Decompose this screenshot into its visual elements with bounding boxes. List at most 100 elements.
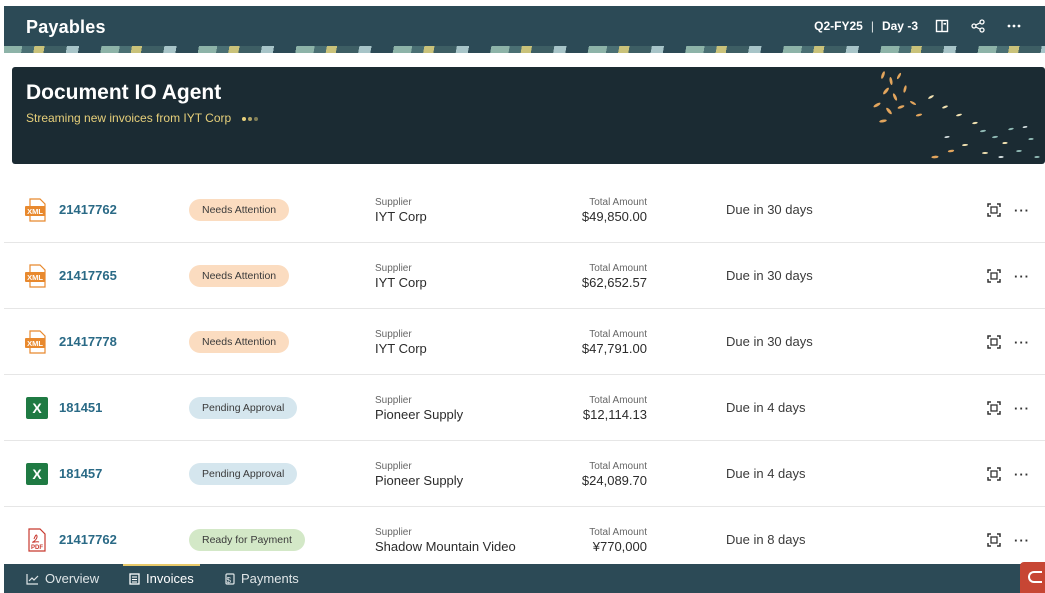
tab-payments[interactable]: $ Payments: [223, 564, 299, 593]
scan-icon[interactable]: [986, 466, 1002, 482]
scan-icon[interactable]: [986, 268, 1002, 284]
payables-page: Payables Q2-FY25 | Day -3 Document IO Agen…: [0, 0, 1045, 593]
amount-value: $49,850.00: [581, 209, 647, 224]
invoice-number-link[interactable]: 21417765: [59, 268, 117, 283]
agent-banner: Document IO Agent Streaming new invoices…: [12, 67, 1045, 164]
scan-icon[interactable]: [986, 400, 1002, 416]
xml-file-icon: XML: [24, 330, 50, 354]
status-badge: Ready for Payment: [189, 529, 305, 551]
amount-cell: Total Amount $49,850.00: [547, 197, 647, 224]
supplier-cell: Supplier IYT Corp: [375, 263, 427, 290]
amount-cell: Total Amount $12,114.13: [547, 395, 647, 422]
assistant-icon: [1028, 571, 1042, 583]
amount-value: $62,652.57: [581, 275, 647, 290]
agent-status-text: Streaming new invoices from IYT Corp: [26, 111, 232, 125]
supplier-label: Supplier: [375, 263, 412, 274]
xml-file-icon: XML: [24, 198, 50, 222]
amount-label: Total Amount: [589, 329, 647, 340]
payment-icon: $: [223, 572, 235, 585]
svg-text:X: X: [32, 400, 42, 416]
streaming-indicator-icon: [241, 111, 260, 125]
scan-icon[interactable]: [986, 202, 1002, 218]
amount-value: ¥770,000: [592, 539, 647, 554]
amount-value: $24,089.70: [581, 473, 647, 488]
invoice-row[interactable]: XML 21417778 Needs Attention Supplier IYT…: [4, 309, 1045, 375]
supplier-cell: Supplier Shadow Mountain Video: [375, 527, 516, 554]
supplier-cell: Supplier Pioneer Supply: [375, 395, 463, 422]
status-badge: Needs Attention: [189, 265, 290, 287]
bottom-nav: Overview Invoices $ Payments: [4, 562, 1045, 593]
svg-text:$: $: [227, 576, 232, 585]
document-icon: [129, 572, 140, 585]
amount-label: Total Amount: [589, 461, 647, 472]
svg-text:XML: XML: [27, 207, 43, 216]
due-date: Due in 30 days: [726, 202, 813, 217]
row-more-icon[interactable]: ···: [1014, 401, 1030, 416]
supplier-label: Supplier: [375, 197, 412, 208]
amount-cell: Total Amount $62,652.57: [547, 263, 647, 290]
scan-icon[interactable]: [986, 334, 1002, 350]
supplier-label: Supplier: [375, 461, 412, 472]
scan-icon[interactable]: [986, 532, 1002, 548]
supplier-name: Pioneer Supply: [375, 407, 464, 422]
row-more-icon[interactable]: ···: [1014, 335, 1030, 350]
invoice-number-link[interactable]: 181457: [59, 466, 102, 481]
tab-invoices[interactable]: Invoices: [123, 564, 200, 593]
supplier-cell: Supplier Pioneer Supply: [375, 461, 463, 488]
panel-icon[interactable]: [924, 6, 960, 46]
invoice-number-link[interactable]: 21417762: [59, 532, 117, 547]
banner-decoration-graphic: [873, 71, 1040, 159]
amount-value: $47,791.00: [581, 341, 647, 356]
status-badge: Needs Attention: [189, 199, 290, 221]
status-badge: Needs Attention: [189, 331, 290, 353]
supplier-cell: Supplier IYT Corp: [375, 329, 427, 356]
supplier-name: IYT Corp: [375, 275, 427, 290]
invoice-number-link[interactable]: 181451: [59, 400, 102, 415]
excel-file-icon: X: [24, 462, 50, 486]
supplier-label: Supplier: [375, 395, 412, 406]
supplier-name: Shadow Mountain Video: [375, 539, 516, 554]
header-decorative-strip: [4, 46, 1045, 53]
tab-overview[interactable]: Overview: [26, 564, 99, 593]
app-title: Payables: [26, 17, 106, 37]
share-icon[interactable]: [960, 6, 996, 46]
amount-label: Total Amount: [589, 197, 647, 208]
amount-cell: Total Amount $47,791.00: [547, 329, 647, 356]
supplier-label: Supplier: [375, 527, 412, 538]
tab-overview-label: Overview: [45, 571, 100, 586]
row-more-icon[interactable]: ···: [1014, 203, 1030, 218]
invoice-row[interactable]: XML 21417762 Needs Attention Supplier IYT…: [4, 177, 1045, 243]
xml-file-icon: XML: [24, 264, 50, 288]
amount-cell: Total Amount ¥770,000: [547, 527, 647, 554]
status-badge: Pending Approval: [189, 463, 298, 485]
svg-text:XML: XML: [27, 339, 43, 348]
amount-value: $12,114.13: [582, 407, 647, 422]
chart-icon: [26, 573, 39, 585]
header-right: Q2-FY25 | Day -3: [814, 6, 1032, 46]
amount-label: Total Amount: [589, 263, 647, 274]
svg-text:PDF: PDF: [31, 545, 43, 551]
period-label[interactable]: Q2-FY25 | Day -3: [814, 19, 918, 33]
invoice-row[interactable]: XML 21417765 Needs Attention Supplier IYT…: [4, 243, 1045, 309]
invoice-number-link[interactable]: 21417778: [59, 334, 117, 349]
row-more-icon[interactable]: ···: [1014, 467, 1030, 482]
row-more-icon[interactable]: ···: [1014, 269, 1030, 284]
tab-invoices-label: Invoices: [146, 571, 194, 586]
agent-status: Streaming new invoices from IYT Corp: [26, 111, 260, 125]
amount-cell: Total Amount $24,089.70: [547, 461, 647, 488]
row-more-icon[interactable]: ···: [1014, 533, 1030, 548]
pdf-file-icon: PDF: [24, 528, 50, 552]
assistant-launcher-button[interactable]: [1020, 562, 1045, 593]
svg-text:XML: XML: [27, 273, 43, 282]
invoice-row[interactable]: X 181457 Pending Approval Supplier Pionee…: [4, 441, 1045, 507]
supplier-name: IYT Corp: [375, 209, 427, 224]
invoice-row[interactable]: X 181451 Pending Approval Supplier Pionee…: [4, 375, 1045, 441]
more-icon[interactable]: [996, 6, 1032, 46]
excel-file-icon: X: [24, 396, 50, 420]
due-date: Due in 8 days: [726, 532, 806, 547]
agent-title: Document IO Agent: [26, 81, 222, 104]
due-date: Due in 4 days: [726, 466, 806, 481]
due-date: Due in 30 days: [726, 268, 813, 283]
due-date: Due in 30 days: [726, 334, 813, 349]
invoice-number-link[interactable]: 21417762: [59, 202, 117, 217]
